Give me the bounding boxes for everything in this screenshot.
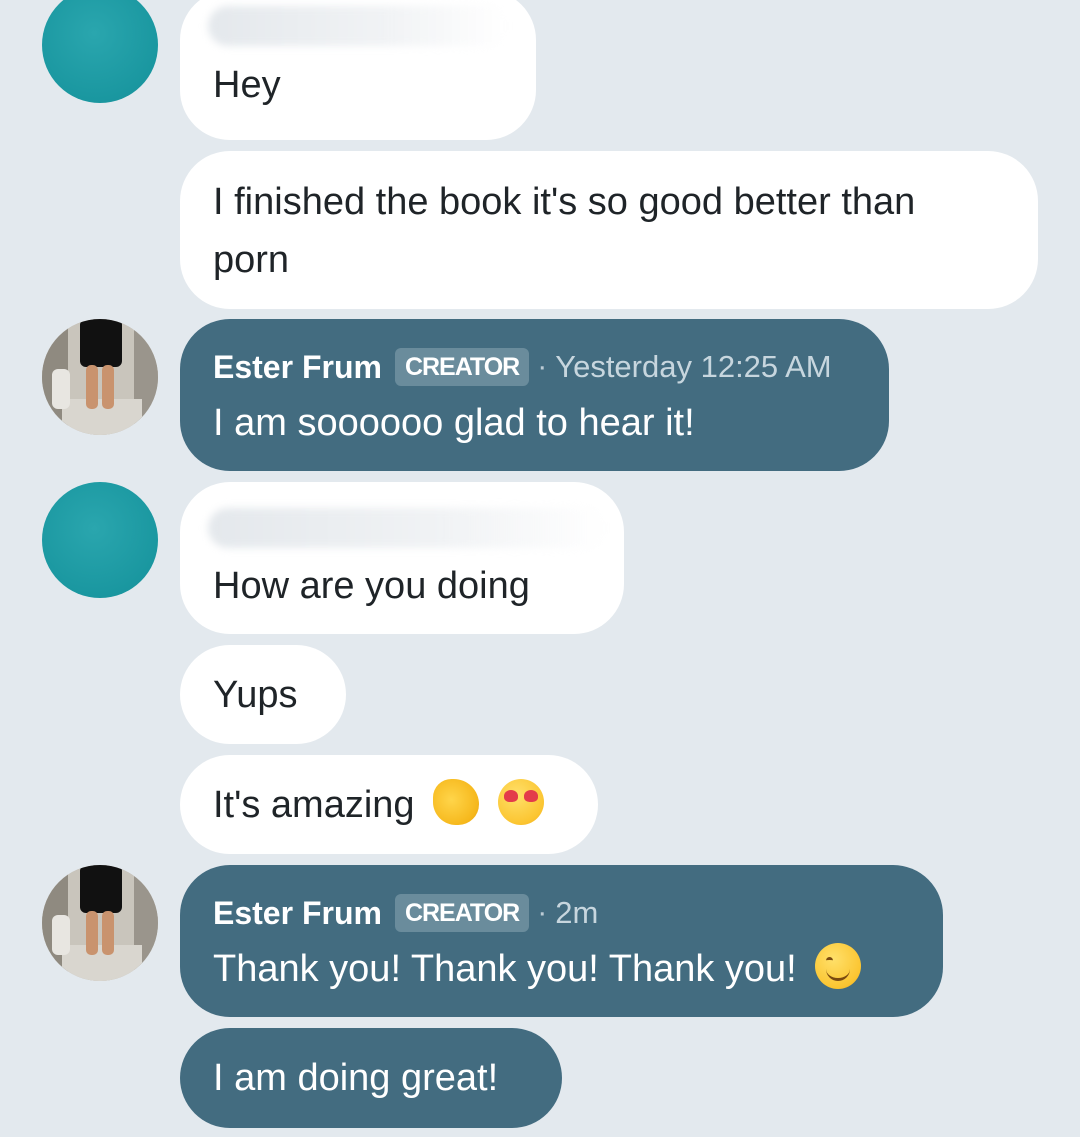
creator-avatar[interactable]: [42, 319, 158, 435]
message-bubble-incoming[interactable]: Hey: [180, 0, 536, 140]
creator-photo-icon: [42, 319, 158, 435]
meta-separator: ·: [537, 896, 548, 929]
message-text: I am doing great!: [213, 1057, 499, 1099]
message-text: Hey: [213, 64, 281, 106]
creator-avatar[interactable]: [42, 865, 158, 981]
creator-badge: CREATOR: [394, 348, 530, 386]
message-text-with-emoji: It's amazing: [213, 776, 544, 834]
message-bubble-incoming[interactable]: It's amazing: [180, 755, 598, 854]
sender-name[interactable]: Ester Frum: [213, 349, 382, 386]
message-text: Yups: [213, 674, 298, 716]
creator-photo-icon: [42, 865, 158, 981]
heart-eyes-emoji-icon: [497, 779, 544, 825]
meta-separator: ·: [537, 350, 548, 383]
user-avatar[interactable]: [42, 0, 158, 103]
message-bubble-incoming[interactable]: Yups: [180, 645, 346, 744]
message-text: I finished the book it's so good better …: [213, 181, 916, 281]
redacted-sender-meta: [208, 508, 608, 548]
smiling-face-emoji-icon: [815, 943, 862, 989]
user-avatar[interactable]: [42, 482, 158, 598]
message-bubble-outgoing[interactable]: Ester Frum CREATOR · 2m Thank you! Thank…: [180, 865, 943, 1017]
message-meta: Ester Frum CREATOR · Yesterday 12:25 AM: [213, 347, 832, 387]
message-text-with-emoji: Thank you! Thank you! Thank you!: [213, 940, 862, 998]
redacted-sender-meta: [208, 6, 508, 46]
message-meta: Ester Frum CREATOR · 2m: [213, 893, 598, 933]
message-timestamp: Yesterday 12:25 AM: [555, 349, 832, 384]
creator-badge: CREATOR: [394, 894, 530, 932]
message-timestamp: 2m: [555, 895, 599, 930]
chat-thread: Hey I finished the book it's so good bet…: [0, 0, 1080, 1137]
message-text: I am soooooo glad to hear it!: [213, 402, 695, 444]
message-bubble-outgoing[interactable]: Ester Frum CREATOR · Yesterday 12:25 AM …: [180, 319, 889, 471]
message-text: It's amazing: [213, 784, 415, 826]
message-text: Thank you! Thank you! Thank you!: [213, 948, 797, 990]
message-text: How are you doing: [213, 565, 530, 607]
message-bubble-outgoing[interactable]: I am doing great!: [180, 1028, 562, 1128]
sender-name[interactable]: Ester Frum: [213, 895, 382, 932]
message-bubble-incoming[interactable]: How are you doing: [180, 482, 624, 634]
clapping-hands-emoji-icon: [433, 779, 480, 825]
message-bubble-incoming[interactable]: I finished the book it's so good better …: [180, 151, 1038, 309]
